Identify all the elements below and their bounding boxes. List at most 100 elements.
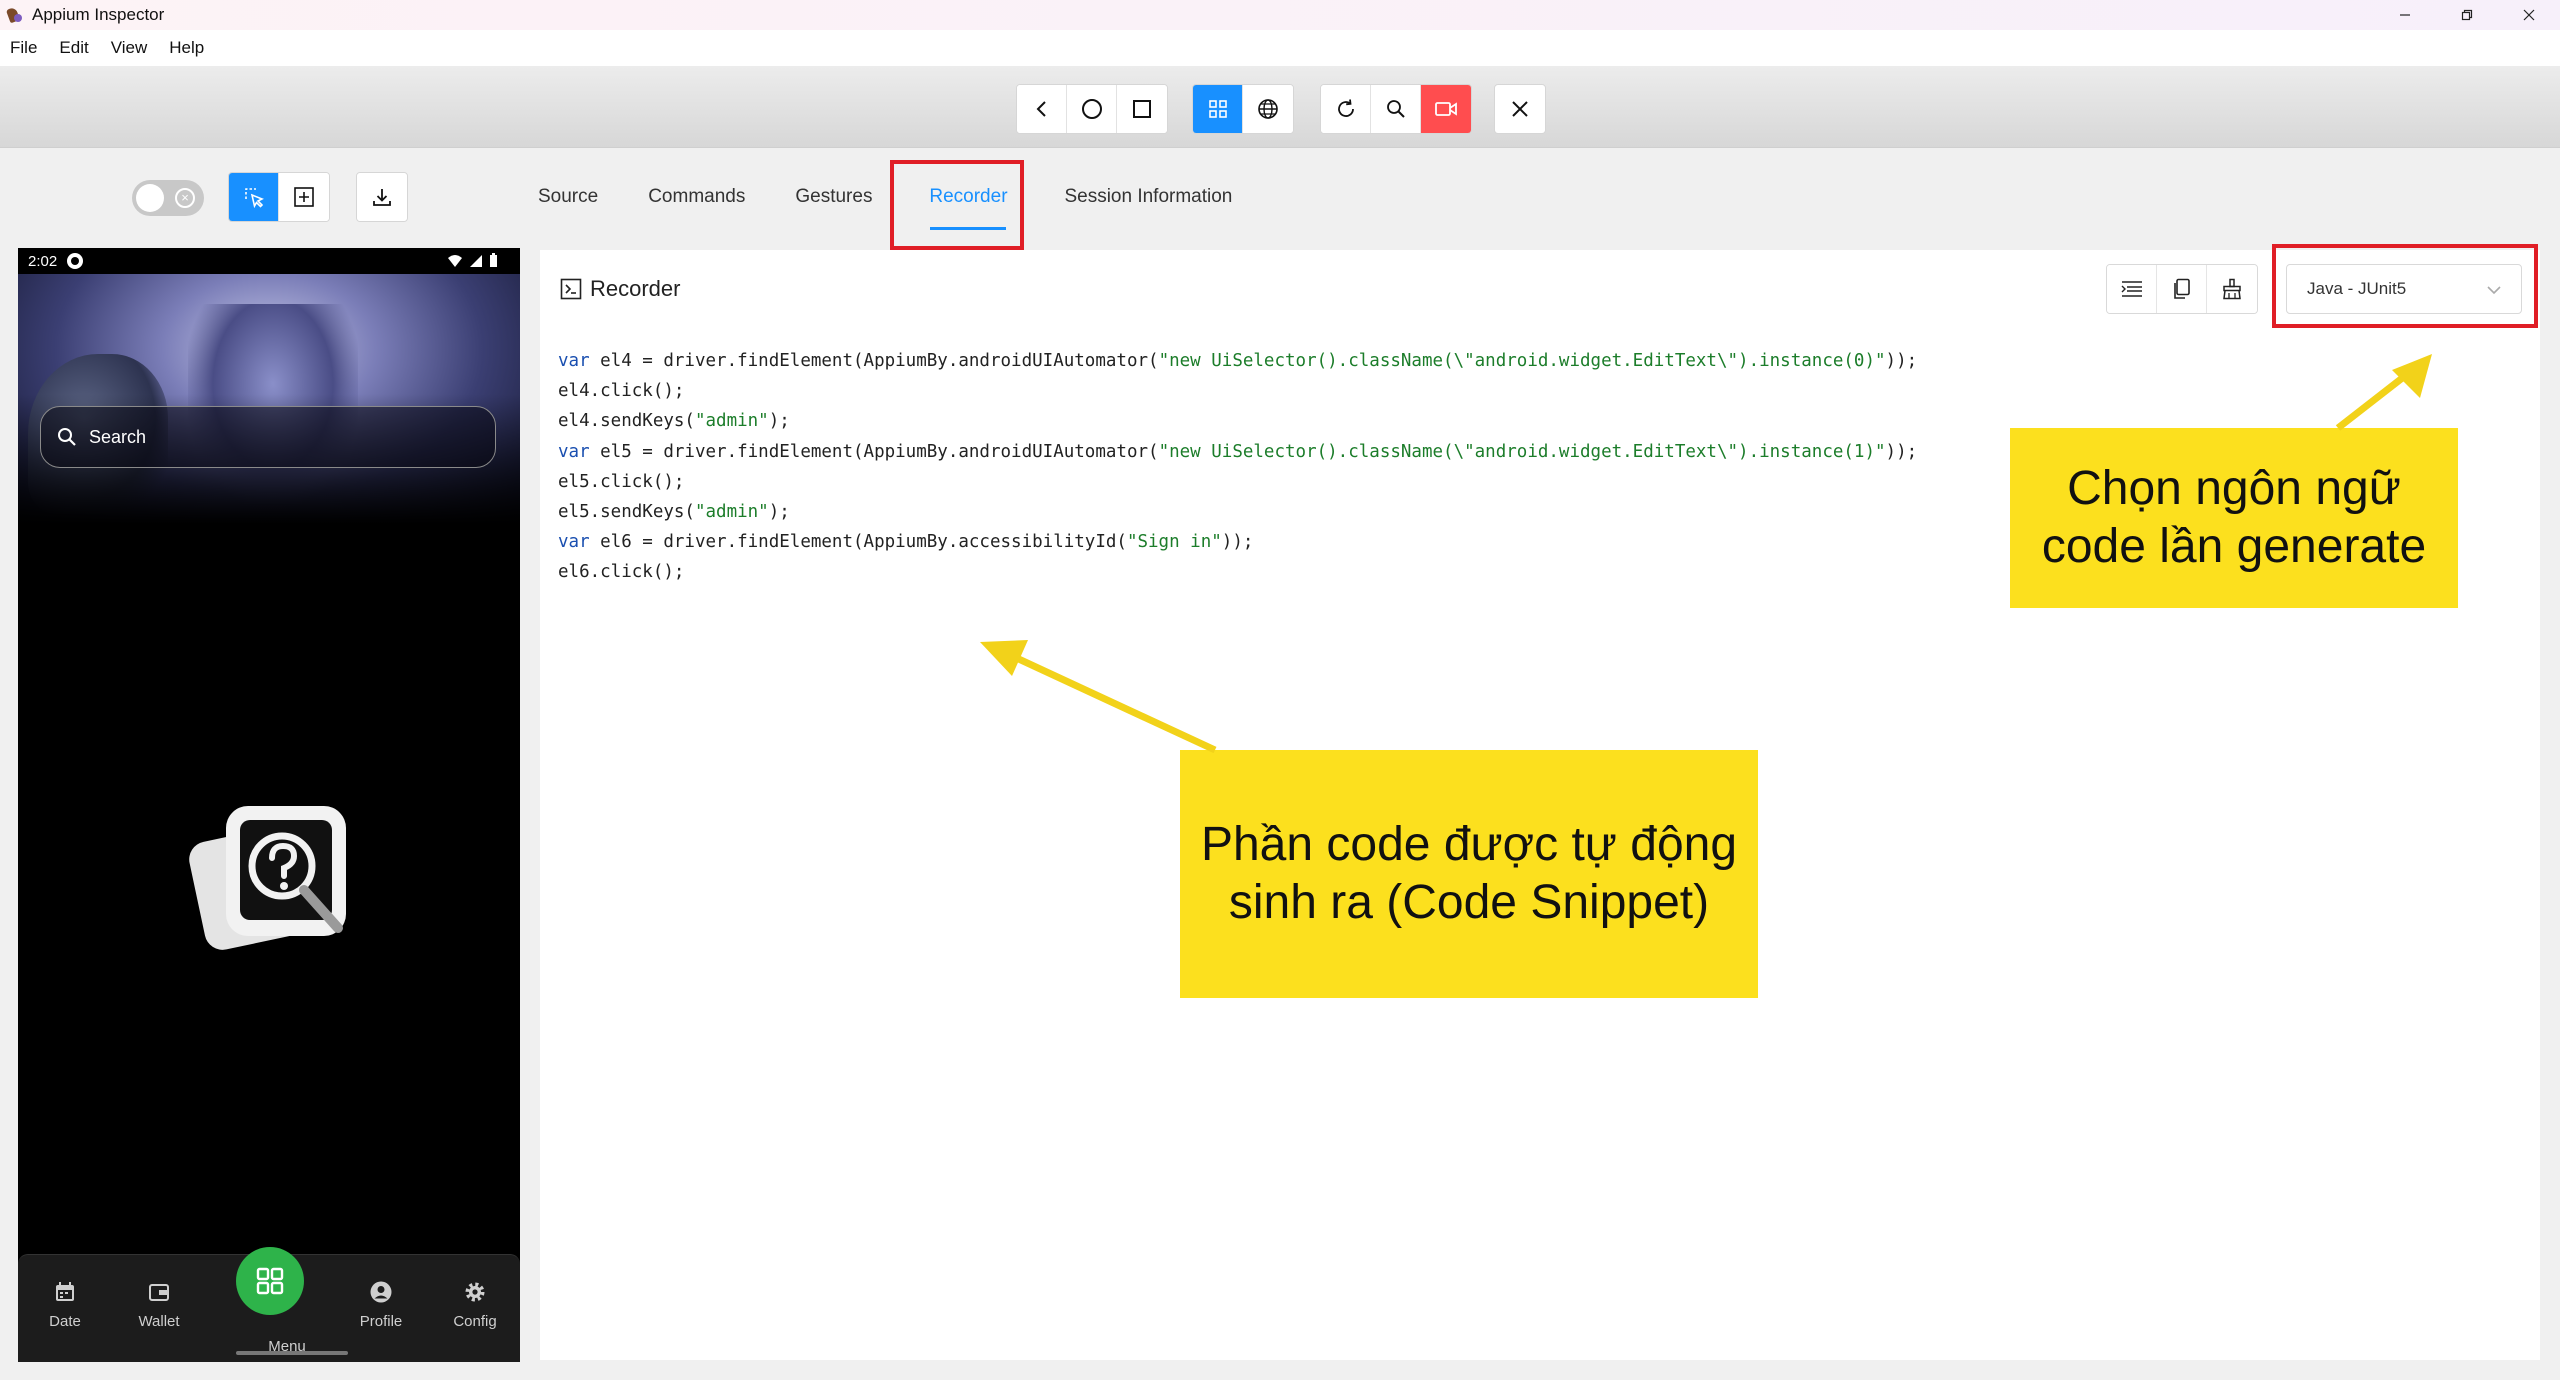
recorder-actions: [2106, 264, 2258, 314]
nav-date[interactable]: Date: [18, 1255, 112, 1355]
status-bar: 2:02: [18, 248, 520, 274]
grid-icon: [1208, 100, 1227, 118]
code-line: var el6 = driver.findElement(AppiumBy.ac…: [558, 527, 1917, 557]
title-bar: Appium Inspector: [0, 0, 2560, 30]
menu-file[interactable]: File: [10, 38, 37, 58]
app-switch-button[interactable]: [1117, 85, 1167, 133]
nav-label: Config: [453, 1313, 497, 1330]
select-elements-button[interactable]: [229, 173, 279, 221]
tab-session-information[interactable]: Session Information: [1046, 160, 1250, 234]
callout-line: sinh ra (Code Snippet): [1228, 876, 1710, 929]
menu-bar: File Edit View Help: [0, 30, 2560, 66]
back-button[interactable]: [1017, 85, 1067, 133]
record-button[interactable]: [1421, 85, 1471, 133]
code-line: var el4 = driver.findElement(AppiumBy.an…: [558, 346, 1917, 376]
show-boilerplate-button[interactable]: [2107, 265, 2157, 313]
code-keyword: var: [558, 351, 590, 371]
nav-label: Wallet: [138, 1313, 180, 1330]
context-group: [1192, 84, 1294, 134]
code-text: ));: [1885, 441, 1918, 462]
code-text: el6.click();: [558, 562, 685, 583]
language-select-highlight: [2272, 244, 2538, 328]
appium-logo-icon: [6, 6, 24, 24]
code-line: el5.click();: [558, 467, 1917, 497]
code-keyword: var: [558, 532, 590, 553]
code-text: ));: [1221, 532, 1254, 553]
tab-source[interactable]: Source: [520, 160, 616, 234]
code-snippet-callout: Phần code được tự động sinh ra (Code Sni…: [1180, 750, 1758, 998]
gear-icon: [465, 1282, 485, 1302]
nav-label: Date: [49, 1313, 81, 1330]
nav-menu[interactable]: Menu: [240, 1255, 334, 1355]
copy-code-button[interactable]: [2157, 265, 2207, 313]
device-nav-group: [1016, 84, 1168, 134]
toolbar: [0, 66, 2560, 148]
quit-group: [1494, 84, 1546, 134]
interaction-mode-group: [228, 172, 330, 222]
download-group: [356, 172, 408, 222]
code-string: "new UiSelector().className(\"android.wi…: [1158, 351, 1886, 371]
window-controls: [2374, 0, 2560, 30]
code-text: el4.click();: [558, 381, 685, 402]
web-mode-button[interactable]: [1243, 85, 1293, 133]
battery-icon: [490, 253, 497, 267]
code-text: el4.sendKeys(: [558, 411, 695, 432]
toggle-off-icon: ×: [175, 188, 195, 208]
recorder-tab-highlight: [890, 160, 1024, 250]
nav-profile[interactable]: Profile: [334, 1255, 428, 1355]
language-callout: Chọn ngôn ngữ code lần generate: [2010, 428, 2458, 608]
phone-search-field[interactable]: Search: [40, 406, 496, 468]
download-icon: [373, 189, 391, 206]
signal-icon: [470, 254, 482, 267]
code-keyword: var: [558, 441, 590, 462]
menu-help[interactable]: Help: [169, 38, 204, 58]
session-actions-group: [1320, 84, 1472, 134]
tab-gestures[interactable]: Gestures: [777, 160, 890, 234]
loading-magnifier-icon: [189, 806, 346, 950]
code-text: el4 = driver.findElement(AppiumBy.androi…: [589, 351, 1159, 371]
code-lines-icon: [2121, 281, 2142, 297]
code-text: );: [768, 411, 790, 432]
refresh-icon: [1337, 99, 1354, 117]
globe-icon: [1258, 99, 1278, 119]
menu-view[interactable]: View: [111, 38, 148, 58]
code-text: el6 = driver.findElement(AppiumBy.access…: [589, 532, 1127, 553]
search-element-button[interactable]: [1371, 85, 1421, 133]
nav-wallet[interactable]: Wallet: [112, 1255, 206, 1355]
callout-line: Phần code được tự động: [1200, 818, 1738, 871]
clear-actions-button[interactable]: [2207, 265, 2257, 313]
home-button[interactable]: [1067, 85, 1117, 133]
tab-commands[interactable]: Commands: [630, 160, 763, 234]
bottom-navigation: Date Wallet Menu Profile Config: [18, 1247, 520, 1362]
refresh-button[interactable]: [1321, 85, 1371, 133]
window-title: Appium Inspector: [32, 5, 165, 24]
code-line: var el5 = driver.findElement(AppiumBy.an…: [558, 437, 1917, 467]
quit-session-button[interactable]: [1495, 85, 1545, 133]
code-string: "admin": [694, 411, 769, 432]
device-screenshot[interactable]: 2:02 Search Date Wallet Menu Profile Con…: [18, 248, 520, 1362]
restore-icon[interactable]: [2436, 0, 2498, 30]
code-line: el5.sendKeys("admin");: [558, 497, 1917, 527]
close-window-icon[interactable]: [2498, 0, 2560, 30]
wallet-icon: [149, 1284, 169, 1301]
code-line: el4.sendKeys("admin");: [558, 406, 1917, 436]
nav-config[interactable]: Config: [428, 1255, 520, 1355]
native-app-mode-button[interactable]: [1193, 85, 1243, 133]
menu-edit[interactable]: Edit: [59, 38, 88, 58]
phone-search-placeholder: Search: [89, 426, 147, 447]
toggle-knob: [136, 184, 164, 212]
coordinates-toggle[interactable]: ×: [132, 180, 204, 216]
recorder-title: Recorder: [590, 276, 681, 301]
download-screenshot-button[interactable]: [357, 173, 407, 221]
code-text: ));: [1885, 351, 1918, 371]
code-snippet[interactable]: var el4 = driver.findElement(AppiumBy.an…: [558, 346, 1917, 588]
video-camera-icon: [1435, 102, 1457, 116]
minimize-icon[interactable]: [2374, 0, 2436, 30]
callout-line: Chọn ngôn ngữ: [2067, 462, 2401, 515]
recorder-header: Recorder: [560, 276, 680, 302]
search-icon: [58, 428, 76, 446]
select-cursor-icon: [244, 188, 264, 208]
code-line: el4.click();: [558, 376, 1917, 406]
nav-active-indicator: [236, 1351, 348, 1355]
tap-coordinates-button[interactable]: [279, 173, 329, 221]
